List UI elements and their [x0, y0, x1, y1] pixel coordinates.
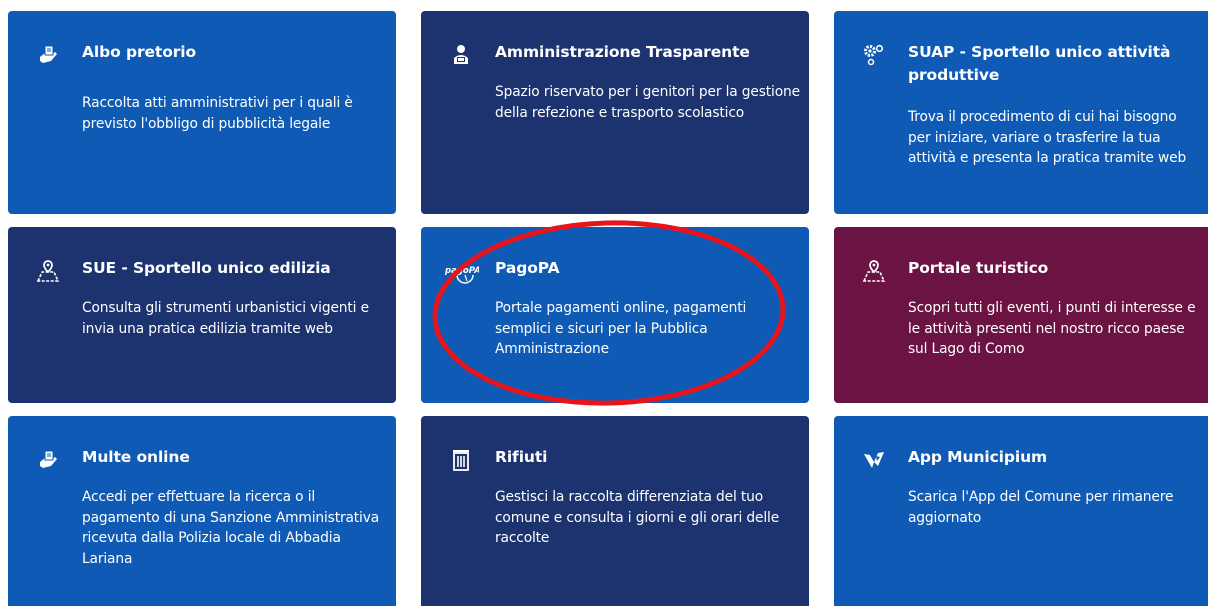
- tile-title: Albo pretorio: [82, 43, 197, 61]
- tile-app-municipium[interactable]: App Municipium Scarica l'App del Comune …: [834, 416, 1208, 606]
- tile-description: Accedi per effettuare la ricerca o il pa…: [82, 489, 380, 567]
- tile-suap[interactable]: SUAP - Sportello unico attività produtti…: [834, 11, 1208, 214]
- gears-icon: [862, 43, 886, 67]
- municipium-logo-icon: [862, 448, 886, 472]
- tile-title: Amministrazione Trasparente: [495, 43, 750, 61]
- tile-albo-pretorio[interactable]: Albo pretorio Raccolta atti amministrati…: [8, 11, 396, 214]
- services-grid: Albo pretorio Raccolta atti amministrati…: [0, 0, 1208, 606]
- pagopa-logo-icon: pagoPA: [443, 263, 481, 289]
- tile-title: PagoPA: [495, 259, 560, 277]
- svg-text:pagoPA: pagoPA: [444, 266, 479, 276]
- trash-bin-icon: [449, 448, 473, 472]
- map-pin-icon: [36, 259, 60, 283]
- tile-title: SUE - Sportello unico edilizia: [82, 259, 331, 277]
- tile-title: SUAP - Sportello unico attività produtti…: [908, 43, 1171, 84]
- tile-pagopa[interactable]: pagoPA PagoPA Portale pagamenti online, …: [421, 227, 809, 403]
- tile-sue[interactable]: SUE - Sportello unico edilizia Consulta …: [8, 227, 396, 403]
- tile-portale-turistico[interactable]: Portale turistico Scopri tutti gli event…: [834, 227, 1208, 403]
- tile-description: Trova il procedimento di cui hai bisogno…: [908, 109, 1187, 166]
- tile-title: App Municipium: [908, 448, 1048, 466]
- hand-document-icon: [36, 43, 60, 67]
- tile-description: Spazio riservato per i genitori per la g…: [495, 84, 800, 121]
- tile-description: Portale pagamenti online, pagamenti semp…: [495, 300, 747, 357]
- tile-description: Gestisci la raccolta differenziata del t…: [495, 489, 780, 546]
- tile-description: Scopri tutti gli eventi, i punti di inte…: [908, 300, 1196, 357]
- person-laptop-icon: [449, 43, 473, 67]
- tile-description: Scarica l'App del Comune per rimanere ag…: [908, 489, 1174, 526]
- tile-multe-online[interactable]: Multe online Accedi per effettuare la ri…: [8, 416, 396, 606]
- tile-description: Consulta gli strumenti urbanistici vigen…: [82, 300, 369, 337]
- tile-amministrazione-trasparente[interactable]: Amministrazione Trasparente Spazio riser…: [421, 11, 809, 214]
- tile-description: Raccolta atti amministrativi per i quali…: [82, 95, 353, 132]
- map-pin-icon: [862, 259, 886, 283]
- tile-title: Rifiuti: [495, 448, 548, 466]
- hand-document-icon: [36, 448, 60, 472]
- tile-title: Portale turistico: [908, 259, 1049, 277]
- tile-rifiuti[interactable]: Rifiuti Gestisci la raccolta differenzia…: [421, 416, 809, 606]
- tile-title: Multe online: [82, 448, 190, 466]
